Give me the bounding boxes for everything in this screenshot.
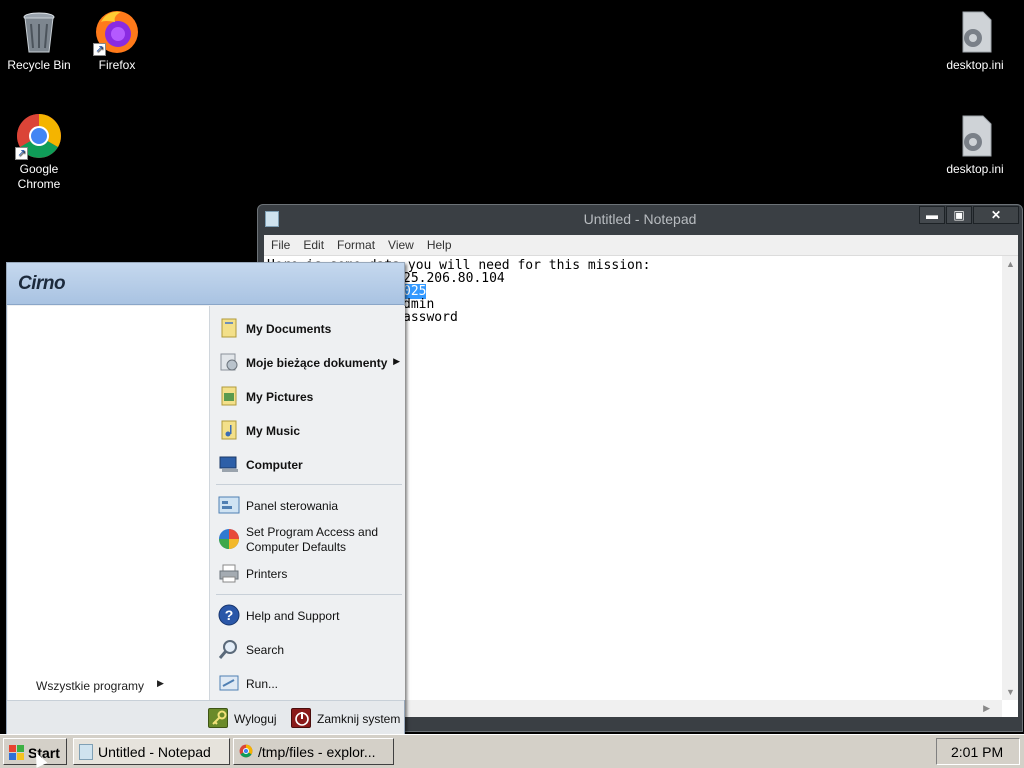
scroll-right-icon[interactable]: ▶: [983, 703, 990, 714]
desktop-icon-desktop-ini[interactable]: desktop.ini: [936, 8, 1014, 73]
start-item-label: Set Program Access and Computer Defaults: [246, 525, 379, 554]
places-pane: My Documents Moje bieżące dokumenty ▶ My…: [209, 306, 405, 700]
pinned-programs-pane: [8, 306, 209, 700]
recent-documents-icon: [218, 351, 240, 373]
start-item-my-music[interactable]: My Music: [214, 412, 402, 446]
close-button[interactable]: ✕: [973, 206, 1019, 224]
desktop-icon-desktop-ini[interactable]: desktop.ini: [936, 112, 1014, 177]
start-item-search[interactable]: Search: [214, 631, 402, 665]
system-tray[interactable]: 2:01 PM: [936, 738, 1020, 765]
scroll-up-icon[interactable]: ▲: [1006, 259, 1015, 269]
start-item-printers[interactable]: Printers: [214, 555, 402, 589]
start-item-control-panel[interactable]: Panel sterowania: [214, 487, 402, 521]
desktop: Recycle Bin ↗ Firefox ↗ Google Chrome de…: [0, 0, 1024, 768]
maximize-button[interactable]: ▣: [946, 206, 972, 224]
start-item-label: Help and Support: [246, 609, 340, 623]
svg-text:?: ?: [225, 607, 234, 623]
start-item-program-defaults[interactable]: Set Program Access and Computer Defaults: [214, 521, 402, 555]
windows-logo-icon: [9, 745, 25, 760]
desktop-icon-label: Recycle Bin: [7, 58, 71, 72]
menu-file[interactable]: File: [264, 235, 296, 252]
start-item-label: My Music: [246, 424, 301, 438]
pictures-folder-icon: [218, 385, 240, 407]
start-item-label: Run...: [246, 677, 279, 691]
key-icon: [208, 708, 228, 728]
taskbar-button-label: /tmp/files - explor...: [258, 744, 376, 760]
desktop-icon-label: Firefox: [98, 58, 136, 72]
start-menu-footer: Wyloguj Zamknij system: [7, 700, 404, 734]
start-menu: Cirno Wszystkie programy ▶ My Documents …: [6, 262, 405, 734]
all-programs-button[interactable]: Wszystkie programy ▶: [8, 670, 209, 700]
documents-folder-icon: [218, 317, 240, 339]
start-item-label: My Documents: [246, 322, 332, 336]
start-item-label: Panel sterowania: [246, 499, 339, 513]
start-item-label: Computer: [246, 458, 303, 472]
music-folder-icon: [218, 419, 240, 441]
taskbar-button-notepad[interactable]: Untitled - Notepad: [73, 738, 230, 765]
printer-icon: [218, 562, 240, 584]
start-item-my-documents[interactable]: My Documents: [214, 310, 402, 344]
window-title: Untitled - Notepad: [583, 211, 697, 227]
desktop-icon-label: desktop.ini: [946, 58, 1004, 72]
power-icon: [291, 708, 311, 728]
chrome-icon: ↗: [15, 112, 63, 160]
start-item-run[interactable]: Run...: [214, 665, 402, 699]
clock: 2:01 PM: [951, 744, 1004, 760]
taskbar-button-explorer[interactable]: /tmp/files - explor...: [233, 738, 394, 765]
start-item-recent-documents[interactable]: Moje bieżące dokumenty ▶: [214, 344, 402, 378]
menu-help[interactable]: Help: [420, 235, 458, 252]
start-item-label: My Pictures: [246, 390, 314, 404]
run-icon: [218, 672, 240, 694]
firefox-icon: ↗: [93, 8, 141, 56]
logoff-button[interactable]: Wyloguj: [208, 708, 280, 730]
program-defaults-icon: [218, 528, 240, 550]
desktop-icon-label: Google Chrome: [17, 162, 61, 191]
recycle-bin-icon: [15, 8, 63, 56]
logoff-label: Wyloguj: [234, 712, 277, 726]
desktop-icon-google-chrome[interactable]: ↗ Google Chrome: [0, 112, 78, 192]
all-programs-label: Wszystkie programy: [36, 679, 145, 693]
notepad-titlebar[interactable]: Untitled - Notepad ▬ ▣ ✕: [258, 205, 1022, 233]
menu-bar: File Edit Format View Help: [264, 235, 1018, 255]
notepad-icon: [79, 744, 93, 760]
menu-view[interactable]: View: [381, 235, 420, 252]
menu-format[interactable]: Format: [330, 235, 381, 252]
taskbar: Start Untitled - Notepad /tmp/files - ex…: [0, 734, 1024, 768]
menu-edit[interactable]: Edit: [296, 235, 330, 252]
start-item-help-and-support[interactable]: ? Help and Support: [214, 597, 402, 631]
menu-divider: [216, 594, 402, 595]
start-menu-header: Cirno: [7, 263, 404, 305]
computer-icon: [218, 453, 240, 475]
minimize-button[interactable]: ▬: [919, 206, 945, 224]
scroll-down-icon[interactable]: ▼: [1006, 687, 1015, 697]
settings-file-icon: [951, 8, 999, 56]
menu-divider: [216, 484, 402, 485]
desktop-icon-label: desktop.ini: [946, 162, 1004, 176]
user-name: Cirno: [18, 273, 66, 294]
desktop-icon-firefox[interactable]: ↗ Firefox: [78, 8, 156, 73]
start-item-computer[interactable]: Computer: [214, 446, 402, 480]
chevron-right-icon: ▶: [157, 678, 164, 688]
vertical-scrollbar[interactable]: ▲ ▼: [1002, 256, 1018, 700]
help-icon: ?: [218, 604, 240, 626]
settings-file-icon: [951, 112, 999, 160]
desktop-icon-recycle-bin[interactable]: Recycle Bin: [0, 8, 78, 73]
shutdown-label: Zamknij system: [317, 712, 401, 726]
start-item-label: Printers: [246, 567, 288, 581]
start-item-label: Moje bieżące dokumenty: [246, 356, 388, 370]
chrome-icon: [239, 744, 253, 760]
control-panel-icon: [218, 494, 240, 516]
search-icon: [218, 638, 240, 660]
taskbar-button-label: Untitled - Notepad: [98, 744, 211, 760]
shutdown-button[interactable]: Zamknij system: [291, 708, 401, 730]
chevron-right-icon: ▶: [393, 356, 400, 366]
start-item-label: Search: [246, 643, 285, 657]
start-item-my-pictures[interactable]: My Pictures: [214, 378, 402, 412]
